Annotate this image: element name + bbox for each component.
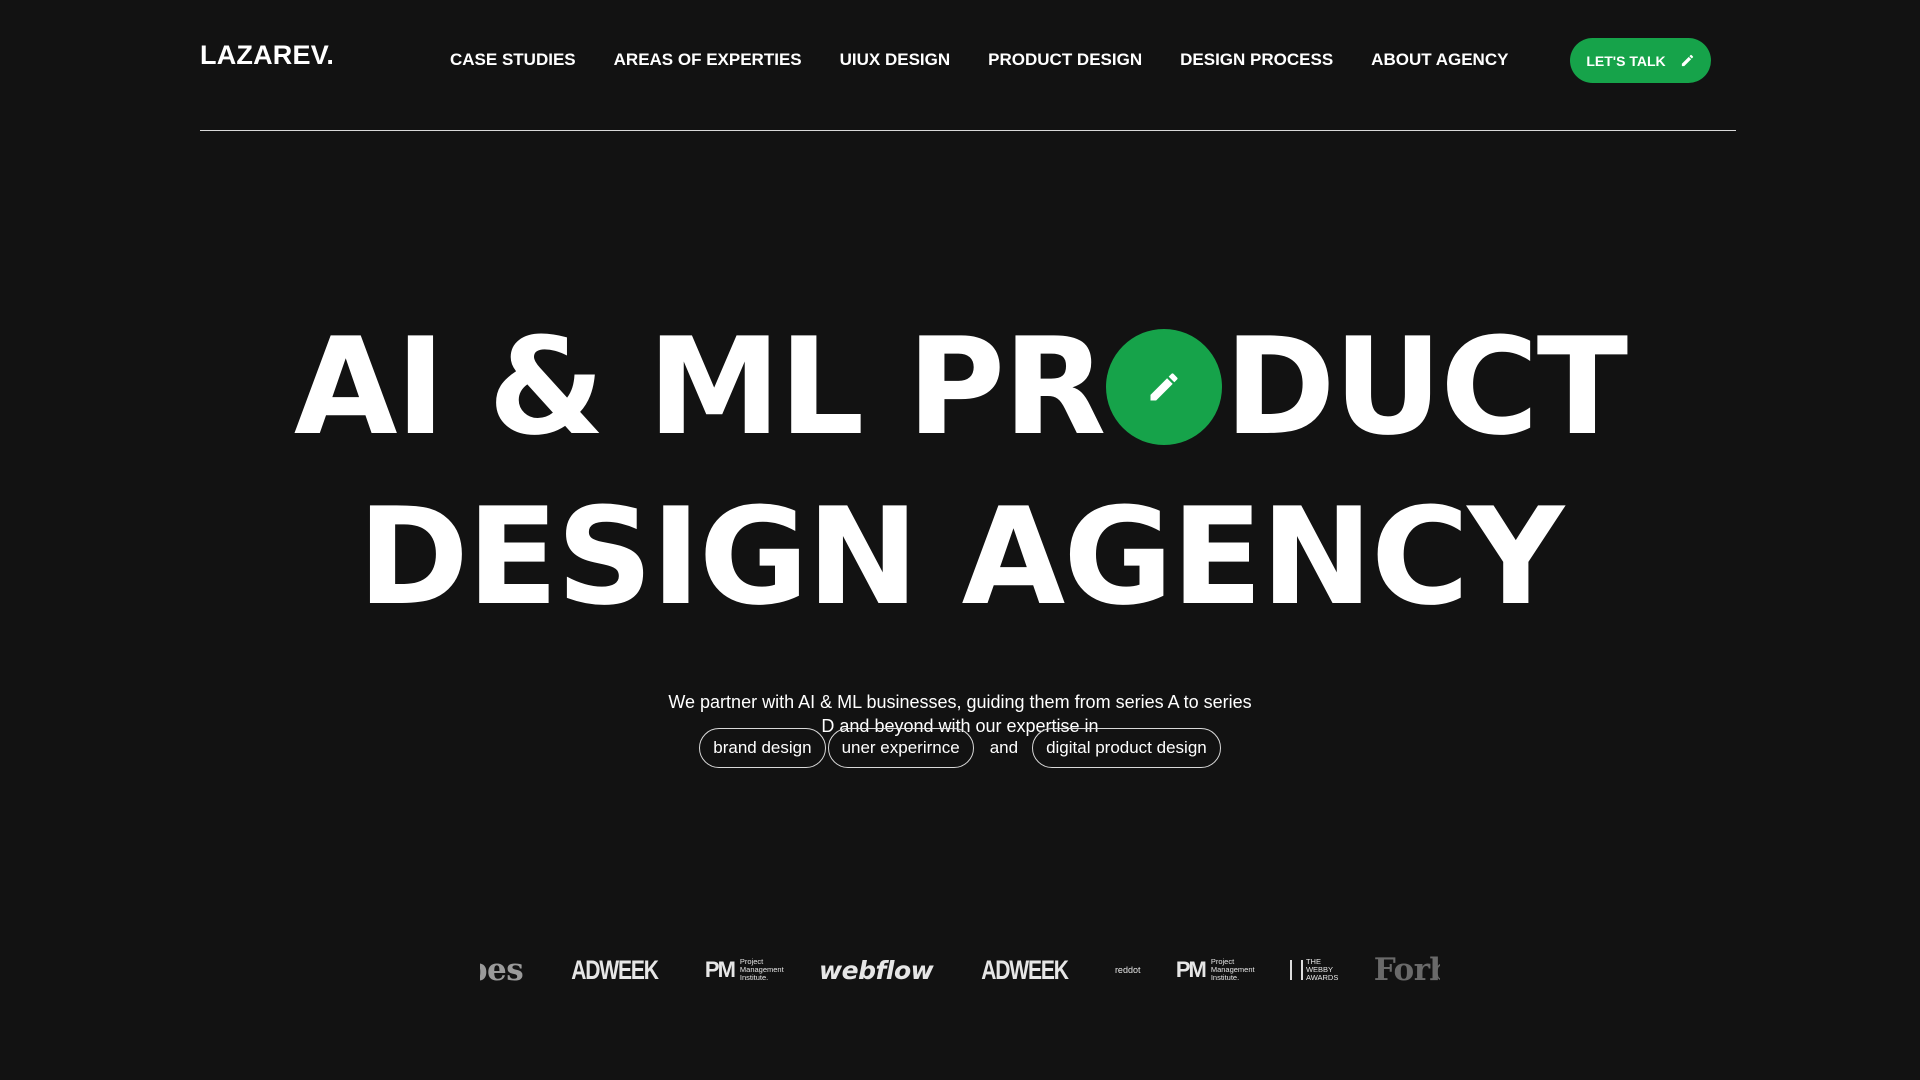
lets-talk-button[interactable]: LET'S TALK: [1570, 38, 1711, 83]
press-logos-strip: rbes ADWEEK PM Project Management Instit…: [480, 948, 1440, 992]
nav-case-studies[interactable]: CASE STUDIES: [450, 50, 576, 70]
nav-uiux-design[interactable]: UIUX DESIGN: [840, 50, 951, 70]
site-header: LAZAREV. CASE STUDIES AREAS OF EXPERTIES…: [200, 0, 1736, 131]
adweek-logo: ADWEEK: [570, 954, 659, 985]
lets-talk-label: LET'S TALK: [1586, 52, 1666, 69]
nav-about-agency[interactable]: ABOUT AGENCY: [1371, 50, 1508, 70]
tag-brand-design[interactable]: brand design: [699, 728, 826, 768]
nav-product-design[interactable]: PRODUCT DESIGN: [988, 50, 1142, 70]
tag-digital-product-design[interactable]: digital product design: [1032, 728, 1221, 768]
forbes-logo: Forbe: [1373, 952, 1440, 988]
pencil-icon: [1150, 373, 1178, 401]
pmi-mark: PM: [704, 957, 736, 982]
pmi-mark: PM: [1175, 957, 1207, 982]
webby-awards-logo: THE WEBBY AWARDS: [1289, 958, 1339, 982]
nav-design-process[interactable]: DESIGN PROCESS: [1180, 50, 1333, 70]
pencil-icon: [1681, 54, 1693, 67]
main-nav: CASE STUDIES AREAS OF EXPERTIES UIUX DES…: [450, 50, 1546, 70]
reddot-logo: reddot: [1114, 965, 1141, 975]
tag-user-experience[interactable]: uner experirnce: [827, 728, 974, 768]
pmi-logo: PM Project Management Institute.: [705, 957, 784, 983]
hero-line-2: DESIGN AGENCY: [357, 479, 1565, 635]
brand-logo[interactable]: LAZAREV.: [200, 40, 334, 71]
adweek-logo: ADWEEK: [980, 954, 1069, 985]
expertise-tags: brand design uner experirnce and digital…: [0, 728, 1920, 768]
nav-areas-of-expertise[interactable]: AREAS OF EXPERTIES: [614, 50, 802, 70]
webby-line: AWARDS: [1305, 973, 1339, 982]
hero-heading: AI & ML PR DUCT DESIGN AGENCY: [0, 320, 1920, 624]
webby-mark: [1289, 960, 1303, 980]
hero-line-1-end: DUCT: [1224, 309, 1628, 465]
webflow-logo: webflow: [819, 955, 934, 985]
pmi-line: Institute.: [739, 973, 769, 982]
pmi-line: Institute.: [1210, 973, 1240, 982]
forbes-logo: rbes: [480, 952, 524, 988]
edit-circle-button[interactable]: [1106, 329, 1223, 445]
hero-line-1-start: AI & ML PR: [293, 309, 1106, 465]
tags-conjunction: and: [989, 738, 1019, 757]
pmi-logo: PM Project Management Institute.: [1176, 957, 1255, 983]
hero-line-1: AI & ML PR DUCT: [0, 320, 1920, 454]
